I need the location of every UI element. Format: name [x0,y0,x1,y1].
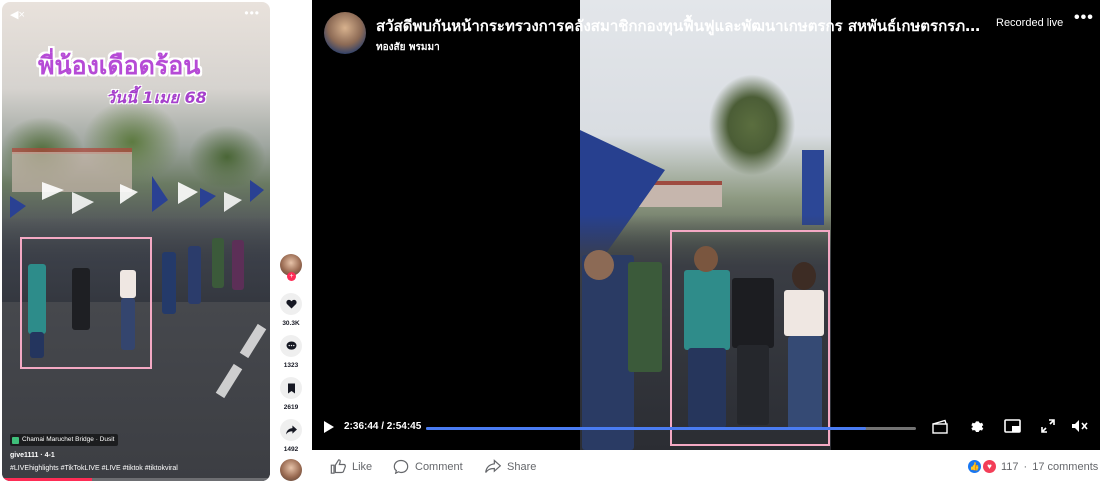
location-label: Chamai Maruchet Bridge · Dusit [22,436,115,443]
video-scene-flags [10,176,264,218]
post-action-bar: Like Comment Share 👍 ♥ 117 · 17 comments [330,456,1100,480]
facebook-video-player[interactable]: สวัสดีพบกันหน้ากระทรวงการคลังสมาชิกกองทุ… [312,0,1100,450]
fullscreen-icon[interactable] [1038,416,1058,436]
screen: ◀× ••• พี่น้องเดือดร้อน วันนี้ 1เมย 68 C… [0,0,1100,485]
like-label: Like [352,460,373,473]
highlight-box [20,237,152,369]
mute-icon[interactable]: ◀× [10,8,25,21]
marcher [188,246,201,304]
action-rail: + 30.3K 1323 2619 1492 [276,0,306,485]
share-arrow-icon [485,459,501,473]
save-button[interactable] [280,377,302,399]
mute-volume-icon[interactable] [1070,416,1090,436]
time-display: 2:36:44 / 2:54:45 [344,421,422,432]
video-scene-tree [692,55,817,200]
reactions-summary[interactable]: 👍 ♥ 117 · 17 comments [968,460,1098,473]
reaction-count: 117 [1001,460,1019,473]
video-scene-flag [802,150,824,225]
heart-icon [285,299,297,309]
thumbs-up-icon [330,459,346,474]
bookmark-icon [287,383,295,393]
miniplayer-icon[interactable] [1002,416,1022,436]
share-button[interactable]: Share [485,459,536,474]
comment-icon [286,341,296,350]
share-icon [285,425,297,435]
video-progress-bar[interactable] [2,478,270,481]
share-count: 1492 [283,446,299,453]
highlight-box [670,230,830,446]
clip-icon[interactable] [930,416,950,436]
marcher [628,262,662,372]
more-options-icon[interactable]: ••• [1074,9,1094,27]
marcher [212,238,224,288]
hashtags[interactable]: #LIVEhighlights #TikTokLIVE #LIVE #tikto… [10,465,178,472]
video-caption-date: วันนี้ 1เมย 68 [106,88,207,107]
author-username[interactable]: give1111 · 4-1 [10,452,55,459]
comments-count[interactable]: 17 comments [1032,461,1098,473]
marcher [232,240,244,290]
marcher-head [584,250,614,280]
love-reaction-icon: ♥ [983,460,996,473]
seek-bar-fill [426,427,866,430]
comment-label: Comment [415,460,463,473]
settings-gear-icon[interactable] [966,416,986,436]
tiktok-video[interactable]: ◀× ••• พี่น้องเดือดร้อน วันนี้ 1เมย 68 C… [2,2,270,481]
comment-count: 1323 [283,362,299,369]
like-reaction-icon: 👍 [968,460,981,473]
page-avatar[interactable] [324,12,366,54]
more-options-icon[interactable]: ••• [244,6,260,20]
save-count: 2619 [283,404,299,411]
follow-plus-icon[interactable]: + [287,272,296,281]
comment-button[interactable] [280,335,302,357]
separator-dot: · [1023,460,1028,473]
like-button[interactable] [280,293,302,315]
recorded-live-label: Recorded live [996,17,1064,29]
share-button[interactable] [280,419,302,441]
play-icon[interactable] [324,421,334,433]
video-caption-title: พี่น้องเดือดร้อน [38,51,201,80]
sound-avatar[interactable] [280,459,302,481]
like-button[interactable]: Like [330,459,372,474]
comment-button[interactable]: Comment [393,459,463,474]
comment-bubble-icon [393,459,409,474]
video-title[interactable]: สวัสดีพบกันหน้ากระทรวงการคลังสมาชิกกองทุ… [376,14,986,38]
location-pin-icon [12,436,19,444]
share-label: Share [507,460,537,473]
video-progress-fill [2,478,92,481]
like-count: 30.3K [282,320,300,327]
marcher [582,255,634,450]
video-owner[interactable]: ทองสัย พรมมา [376,40,440,55]
seek-bar[interactable] [426,427,916,430]
location-tag[interactable]: Chamai Maruchet Bridge · Dusit [10,434,119,446]
marcher [162,252,176,314]
